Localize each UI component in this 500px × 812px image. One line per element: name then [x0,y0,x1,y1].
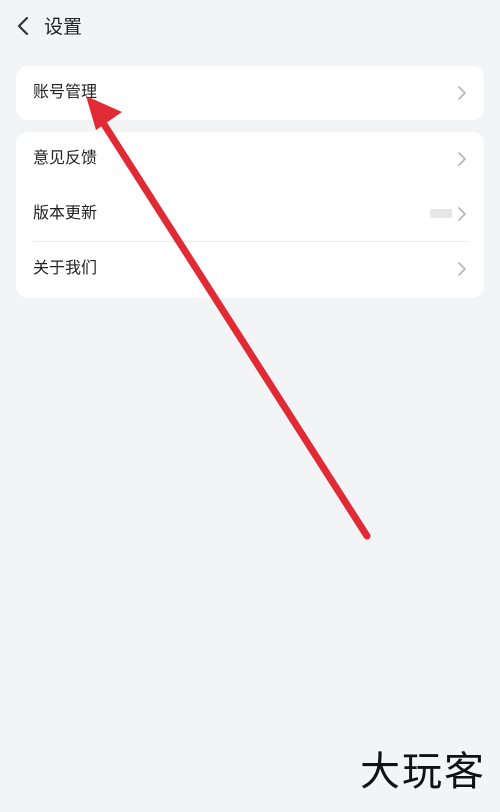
account-management-item[interactable]: 账号管理 [16,66,484,120]
version-update-label: 版本更新 [33,203,98,222]
version-badge [430,209,452,218]
annotation-arrow [86,96,371,540]
settings-group-account: 账号管理 [16,66,484,120]
about-us-item[interactable]: 关于我们 [16,242,484,297]
chevron-right-icon [456,260,468,278]
header: 设置 [0,0,500,56]
settings-group-general: 意见反馈 版本更新 关于我们 [16,132,484,298]
chevron-right-icon [456,150,468,168]
chevron-right-icon [456,84,468,102]
page-title: 设置 [44,16,83,38]
about-us-label: 关于我们 [33,258,98,277]
chevron-left-icon [17,16,29,36]
version-update-item[interactable]: 版本更新 [16,187,484,242]
feedback-item[interactable]: 意见反馈 [16,132,484,187]
watermark-logo: 大玩客 [360,749,486,795]
chevron-right-icon [456,205,468,223]
feedback-label: 意见反馈 [33,148,98,167]
account-management-label: 账号管理 [33,82,98,101]
back-button[interactable] [10,12,38,40]
settings-page: 设置 账号管理 意见反馈 版本更新 关于我们 大玩客 [0,0,500,812]
